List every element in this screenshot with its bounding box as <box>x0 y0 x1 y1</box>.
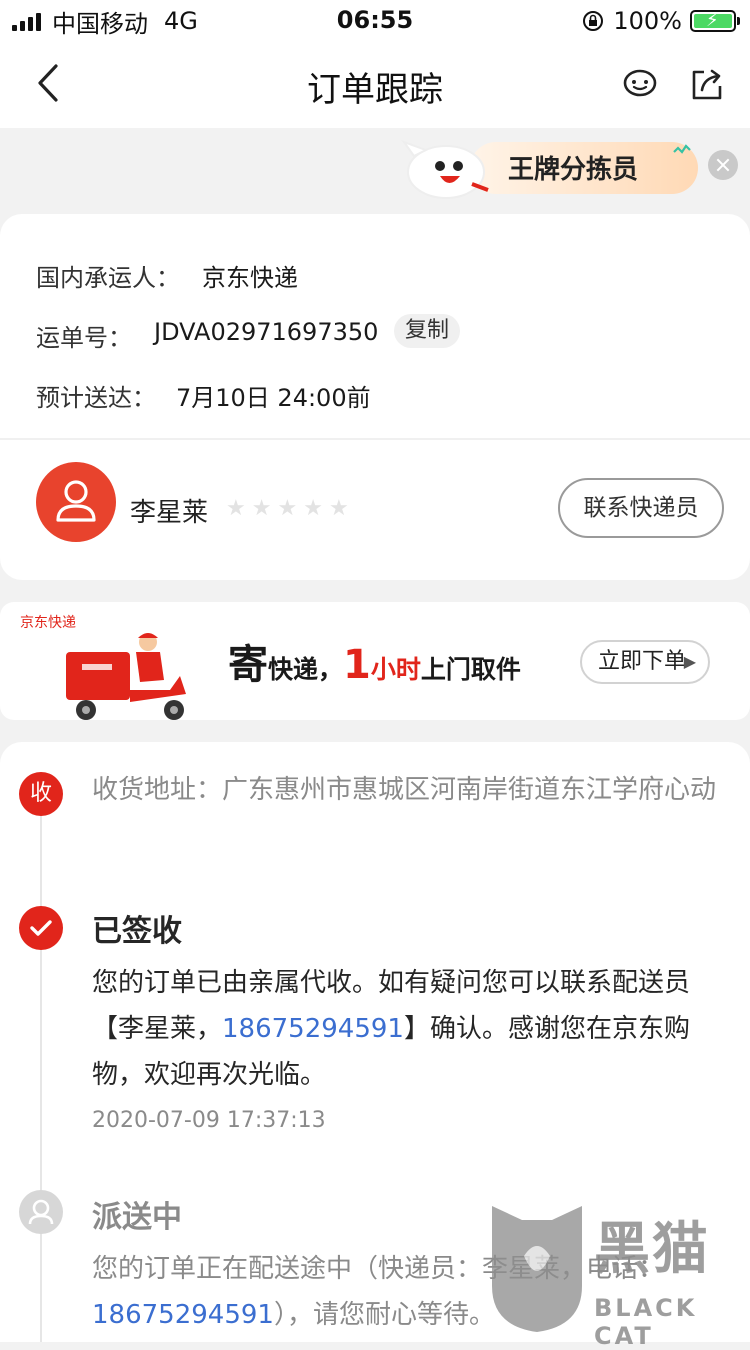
waybill-value: JDVA02971697350 <box>154 318 379 346</box>
star-icon: ★ <box>226 496 246 521</box>
share-icon[interactable] <box>686 64 726 104</box>
customer-service-icon[interactable] <box>620 64 660 104</box>
courier-rating: ★ ★ ★ ★ ★ <box>226 496 355 521</box>
battery-icon: ⚡ <box>690 10 740 32</box>
order-now-button[interactable]: 立即下单 ▶ <box>580 640 710 684</box>
timeline-line <box>40 792 42 1342</box>
promo-express: 快递， <box>268 655 344 684</box>
courier-avatar-icon <box>56 480 96 522</box>
signed-title: 已签收 <box>92 914 182 949</box>
jd-express-logo: 京东快递 <box>20 615 76 631</box>
close-icon[interactable] <box>708 150 738 180</box>
checkmark-icon <box>19 906 63 950</box>
battery-percent: 100% <box>613 7 682 35</box>
shipment-card: 国内承运人： 京东快递 运单号： JDVA02971697350 复制 预计送达… <box>0 214 750 580</box>
nav-bar: 订单跟踪 <box>0 40 750 128</box>
order-now-label: 立即下单 <box>598 649 687 674</box>
signed-description: 您的订单已由亲属代收。如有疑问您可以联系配送员【李星莱，18675294591】… <box>92 960 722 1098</box>
sorter-badge[interactable]: 王牌分拣员 <box>390 134 750 204</box>
promo-pickup: 上门取件 <box>420 655 521 684</box>
courier-icon <box>19 1190 63 1234</box>
spark-icon <box>673 144 691 154</box>
star-icon: ★ <box>328 496 349 521</box>
address-label: 收货地址： <box>92 775 223 805</box>
status-bar: 中国移动 4G 06:55 100% ⚡ <box>0 0 750 40</box>
carrier-value: 京东快递 <box>202 264 298 292</box>
delivery-desc-2: ），请您耐心等待。 <box>273 1300 495 1330</box>
star-icon: ★ <box>277 496 298 521</box>
watermark-cn: 黑猫 <box>594 1217 710 1282</box>
promo-text: 寄快递，1小时上门取件 <box>228 632 521 690</box>
signed-phone-link[interactable]: 18675294591 <box>222 1014 404 1044</box>
courier-avatar <box>36 462 116 542</box>
delivery-address: 收货地址：广东惠州市惠城区河南岸街道东江学府心动 <box>92 768 722 812</box>
eta-label: 预计送达： <box>36 384 156 412</box>
black-cat-watermark: 黑猫 BLACK CAT <box>482 1196 750 1350</box>
star-icon: ★ <box>251 496 272 521</box>
copy-button[interactable]: 复制 <box>394 314 460 348</box>
status-right: 100% ⚡ <box>581 6 740 36</box>
delivery-phone-link[interactable]: 18675294591 <box>92 1300 274 1330</box>
promo-banner[interactable]: 京东快递 寄快递，1小时上门取件 立即下单 ▶ <box>0 602 750 720</box>
delivery-title: 派送中 <box>92 1200 182 1235</box>
rotation-lock-icon <box>583 11 604 31</box>
waybill-label: 运单号： <box>36 324 132 352</box>
promo-one: 1 <box>343 642 371 688</box>
eta-value: 7月10日 24:00前 <box>176 384 371 412</box>
carrier-label: 国内承运人： <box>36 264 180 292</box>
receive-icon: 收 <box>19 772 63 816</box>
divider <box>0 438 750 440</box>
address-value: 广东惠州市惠城区河南岸街道东江学府心动 <box>222 775 717 805</box>
joy-mascot-icon <box>401 139 489 199</box>
promo-send: 寄 <box>228 642 268 688</box>
badge-label: 王牌分拣员 <box>508 155 639 185</box>
black-cat-logo-icon <box>492 1206 582 1332</box>
courier-name: 李星莱 <box>130 498 209 528</box>
chevron-right-icon: ▶ <box>683 652 696 671</box>
delivery-scooter-icon <box>66 633 186 720</box>
contact-courier-button[interactable]: 联系快递员 <box>558 478 724 538</box>
promo-hour: 小时 <box>370 655 421 684</box>
signed-timestamp: 2020-07-09 17:37:13 <box>92 1108 326 1133</box>
star-icon: ★ <box>303 496 323 521</box>
watermark-en: BLACK CAT <box>594 1294 698 1350</box>
